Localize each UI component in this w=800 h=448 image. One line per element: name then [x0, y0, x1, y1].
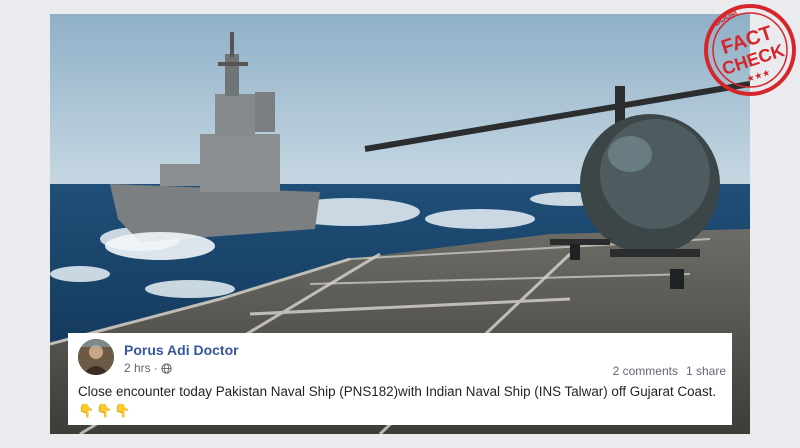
post-meta: 2 hrs ·: [124, 361, 172, 375]
meta-separator: ·: [153, 361, 158, 375]
avatar-image: [78, 339, 114, 375]
post-card: Porus Adi Doctor 2 hrs · 2 comments 1 sha…: [68, 333, 732, 425]
pointing-down-emojis: 👇👇👇: [78, 403, 133, 418]
avatar[interactable]: [78, 339, 114, 375]
shares-count[interactable]: 1 share: [686, 364, 726, 378]
post-author[interactable]: Porus Adi Doctor: [124, 342, 239, 358]
post-time[interactable]: 2 hrs: [124, 361, 151, 375]
globe-icon[interactable]: [161, 362, 172, 374]
stamp-brand: BOOM: [713, 7, 739, 27]
engagement-counts: 2 comments 1 share: [613, 364, 726, 378]
fact-check-stamp: BOOM FACT CHECK ★★★: [704, 4, 796, 96]
post-text: Close encounter today Pakistan Naval Shi…: [78, 384, 717, 399]
comments-count[interactable]: 2 comments: [613, 364, 678, 378]
